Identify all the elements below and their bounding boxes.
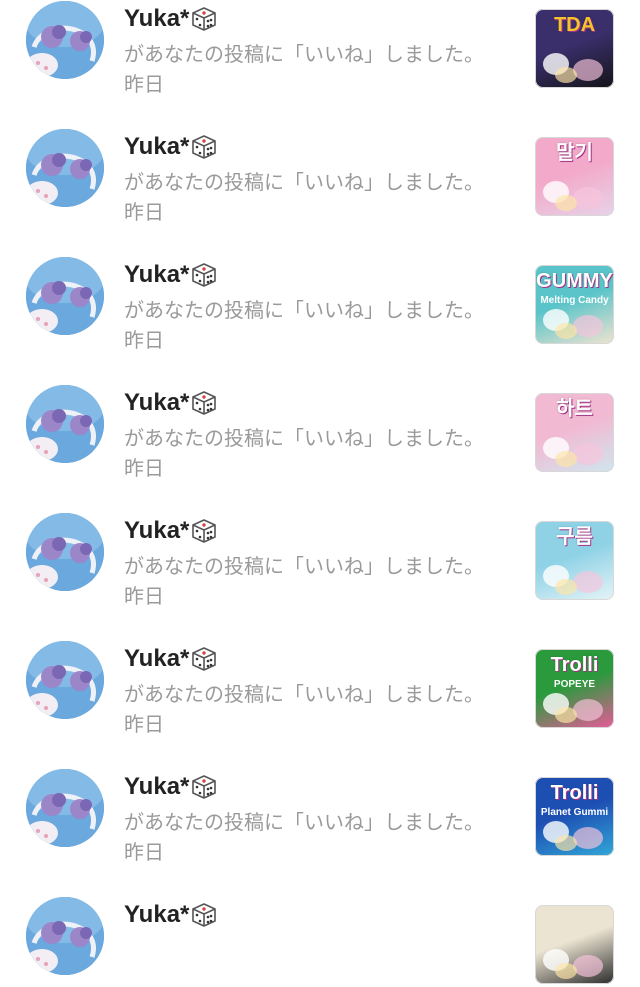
username[interactable]: Yuka*	[124, 261, 217, 289]
thumbnail-title: TDA	[553, 14, 596, 36]
post-thumbnail[interactable]: 구름	[535, 521, 614, 600]
avatar[interactable]	[26, 897, 104, 975]
notification-message: があなたの投稿に「いいね」しました。	[124, 42, 484, 66]
notification-message: があなたの投稿に「いいね」しました。	[124, 682, 484, 706]
username[interactable]: Yuka*	[124, 389, 217, 417]
dice-emoji-icon	[191, 6, 217, 32]
dice-emoji-icon	[191, 390, 217, 416]
post-thumbnail[interactable]: 말기	[535, 137, 614, 216]
username-text: Yuka*	[124, 389, 190, 416]
dice-emoji-icon	[191, 262, 217, 288]
notification-item[interactable]: Yuka* があなたの投稿に「いいね」しました。 昨日 Trolli Plane…	[0, 731, 640, 864]
thumbnail-subtitle: POPEYE	[553, 679, 596, 690]
post-thumbnail[interactable]: GUMMY Melting Candy	[535, 265, 614, 344]
notification-item[interactable]: Yuka* があなたの投稿に「いいね」しました。 昨日 하트	[0, 347, 640, 480]
notification-item[interactable]: Yuka* があなたの投稿に「いいね」しました。 昨日 Trolli POPEY…	[0, 603, 640, 736]
thumbnail-subtitle: Melting Candy	[540, 295, 609, 306]
dice-emoji-icon	[191, 518, 217, 544]
username-text: Yuka*	[124, 645, 190, 672]
notification-message: があなたの投稿に「いいね」しました。	[124, 810, 484, 834]
username-text: Yuka*	[124, 517, 190, 544]
username-text: Yuka*	[124, 261, 190, 288]
notification-list: Yuka* があなたの投稿に「いいね」しました。 昨日 TDA Yuka* があ…	[0, 0, 640, 987]
notification-message: があなたの投稿に「いいね」しました。	[124, 170, 484, 194]
dice-emoji-icon	[191, 134, 217, 160]
username[interactable]: Yuka*	[124, 5, 217, 33]
avatar[interactable]	[26, 257, 104, 335]
thumbnail-title: Trolli	[550, 782, 599, 804]
thumbnail-title: 하트	[556, 398, 593, 420]
thumbnail-title: 구름	[556, 526, 593, 548]
avatar[interactable]	[26, 513, 104, 591]
avatar[interactable]	[26, 1, 104, 79]
username[interactable]: Yuka*	[124, 517, 217, 545]
username-text: Yuka*	[124, 901, 190, 928]
notification-message: があなたの投稿に「いいね」しました。	[124, 298, 484, 322]
dice-emoji-icon	[191, 774, 217, 800]
post-thumbnail[interactable]: Trolli POPEYE	[535, 649, 614, 728]
username-text: Yuka*	[124, 773, 190, 800]
post-thumbnail[interactable]: 하트	[535, 393, 614, 472]
notification-item[interactable]: Yuka* があなたの投稿に「いいね」しました。 昨日 말기	[0, 91, 640, 224]
notification-item[interactable]: Yuka* があなたの投稿に「いいね」しました。 昨日 구름	[0, 475, 640, 608]
post-thumbnail[interactable]: TDA	[535, 9, 614, 88]
avatar[interactable]	[26, 769, 104, 847]
dice-emoji-icon	[191, 646, 217, 672]
thumbnail-title: GUMMY	[536, 270, 613, 292]
thumbnail-title: Trolli	[550, 654, 599, 676]
username[interactable]: Yuka*	[124, 901, 217, 929]
avatar[interactable]	[26, 385, 104, 463]
avatar[interactable]	[26, 641, 104, 719]
post-thumbnail[interactable]: Trolli Planet Gummi	[535, 777, 614, 856]
post-thumbnail[interactable]	[535, 905, 614, 984]
username-text: Yuka*	[124, 133, 190, 160]
username-text: Yuka*	[124, 5, 190, 32]
notification-item[interactable]: Yuka* があなたの投稿に「いいね」しました。 昨日 TDA	[0, 0, 640, 96]
username[interactable]: Yuka*	[124, 645, 217, 673]
notification-item[interactable]: Yuka*	[0, 859, 640, 987]
thumbnail-subtitle: Planet Gummi	[540, 807, 609, 818]
notification-message: があなたの投稿に「いいね」しました。	[124, 426, 484, 450]
thumbnail-title: 말기	[556, 142, 593, 164]
avatar[interactable]	[26, 129, 104, 207]
username[interactable]: Yuka*	[124, 133, 217, 161]
notification-message: があなたの投稿に「いいね」しました。	[124, 554, 484, 578]
notification-item[interactable]: Yuka* があなたの投稿に「いいね」しました。 昨日 GUMMY Meltin…	[0, 219, 640, 352]
username[interactable]: Yuka*	[124, 773, 217, 801]
dice-emoji-icon	[191, 902, 217, 928]
